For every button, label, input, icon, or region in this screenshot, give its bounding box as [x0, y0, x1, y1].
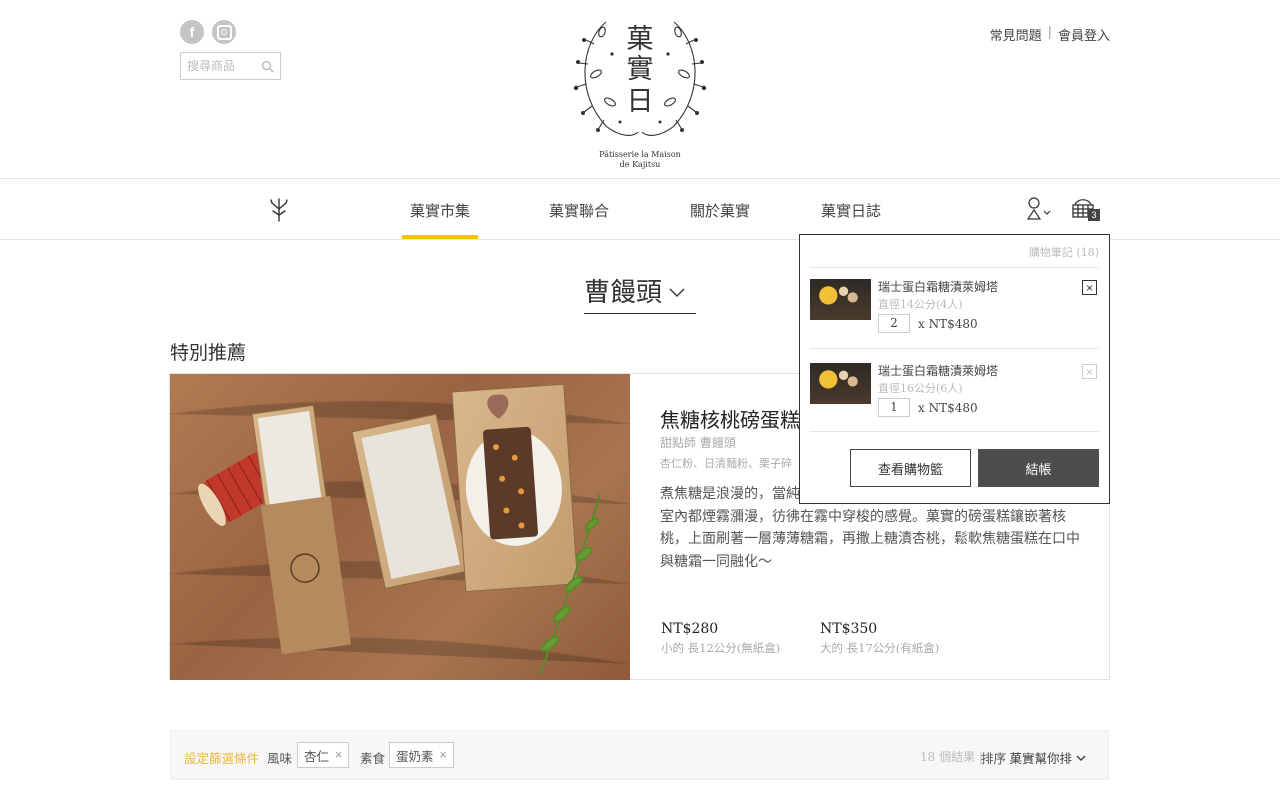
price-option-large: NT$350 大的 長17公分(有紙盒)	[820, 621, 939, 656]
sort-label: 排序	[980, 751, 1006, 766]
close-icon[interactable]: ×	[440, 748, 447, 762]
cart-item-name[interactable]: 瑞士蛋白霜糖漬萊姆塔	[878, 362, 998, 379]
cart-count-badge: 3	[1088, 209, 1100, 221]
logo-caption-line-2: de Kajitsu	[619, 160, 661, 169]
product-chef: 甜點師 曹饅頭	[660, 436, 736, 450]
logo-char-2: 實	[627, 54, 654, 85]
cart-item-unit-price: x NT$480	[918, 317, 978, 331]
quantity-input[interactable]: 2	[878, 314, 910, 333]
filter-chip-lacto-ovo[interactable]: 蛋奶素 ×	[389, 742, 454, 768]
filter-chip-almond[interactable]: 杏仁 ×	[297, 742, 350, 768]
nav-item-journal[interactable]: 菓實日誌	[821, 200, 881, 221]
filter-chip-label: 杏仁	[304, 748, 330, 764]
cart-item-image	[810, 279, 871, 320]
cart-item-name[interactable]: 瑞士蛋白霜糖漬萊姆塔	[878, 278, 998, 295]
search-input[interactable]	[187, 59, 257, 73]
logo-wreath-icon: 菓 實 日	[573, 21, 707, 136]
logo-caption: Pâtisserie la Maison de Kajitsu	[566, 150, 714, 170]
cart-item: 瑞士蛋白霜糖漬萊姆塔 直徑16公分(6人) 1 x NT$480 ×	[810, 355, 1100, 425]
top-links: 常見問題 | 會員登入	[990, 25, 1110, 44]
user-icon[interactable]	[1026, 197, 1052, 221]
filter-group-vegetarian: 素食	[360, 751, 386, 766]
filter-chip-label: 蛋奶素	[396, 748, 434, 764]
divider	[810, 431, 1099, 432]
product-ingredients: 杏仁粉、日清麵粉、栗子碎	[660, 457, 792, 470]
cart-item-size: 直徑16公分(6人)	[878, 382, 963, 395]
search-box	[180, 52, 281, 80]
instagram-icon[interactable]	[212, 20, 236, 44]
product-photo	[170, 374, 630, 680]
product-photo-illustration	[170, 383, 630, 675]
close-icon[interactable]: ×	[1082, 280, 1097, 295]
result-count-text: 18 個結果	[920, 750, 976, 764]
cart-item: 瑞士蛋白霜糖漬萊姆塔 直徑14公分(4人) 2 x NT$480 ×	[810, 271, 1100, 341]
price-option-small: NT$280 小的 長12公分(無紙盒)	[661, 621, 780, 656]
nav-item-market[interactable]: 菓實市集	[401, 200, 479, 239]
cart-button[interactable]: 3	[1071, 197, 1100, 223]
cart-header[interactable]: 購物筆記 (18)	[1029, 244, 1099, 260]
divider	[810, 267, 1099, 268]
filter-bar: 設定篩選條件 風味 杏仁 × 素食 蛋奶素 × 18 個結果 | 排序 菓實幫你…	[170, 730, 1109, 780]
close-icon[interactable]: ×	[335, 748, 342, 762]
main-nav: 菓實市集 菓實聯合 關於菓實 菓實日誌 3	[0, 178, 1280, 240]
logo-caption-line-1: Pâtisserie la Maison	[599, 150, 681, 159]
filter-settings-link[interactable]: 設定篩選條件	[184, 748, 259, 767]
cart-item-unit-price: x NT$480	[918, 401, 978, 415]
price-amount: NT$280	[661, 621, 719, 637]
sort-value: 菓實幫你排	[1009, 751, 1072, 766]
category-title: 曹饅頭	[584, 278, 663, 308]
sort-dropdown[interactable]: 菓實幫你排	[1009, 748, 1086, 767]
chevron-down-icon	[669, 288, 685, 297]
home-branch-icon[interactable]	[268, 197, 290, 223]
quantity-input[interactable]: 1	[878, 398, 910, 417]
category-dropdown[interactable]: 曹饅頭	[584, 272, 696, 314]
cart-dropdown: 購物筆記 (18) 瑞士蛋白霜糖漬萊姆塔 直徑14公分(4人) 2 x NT$4…	[799, 234, 1110, 504]
product-name[interactable]: 焦糖核桃磅蛋糕	[660, 404, 800, 433]
login-link[interactable]: 會員登入	[1058, 25, 1110, 44]
logo-char-1: 菓	[627, 24, 654, 55]
top-links-divider: |	[1047, 25, 1052, 40]
result-count: 18 個結果 |	[920, 748, 983, 765]
nav-item-union[interactable]: 菓實聯合	[549, 200, 609, 221]
social-links: f	[180, 20, 236, 44]
cart-item-image	[810, 363, 871, 404]
divider	[810, 348, 1099, 349]
faq-link[interactable]: 常見問題	[990, 25, 1042, 44]
cart-item-size: 直徑14公分(4人)	[878, 298, 963, 311]
price-note: 小的 長12公分(無紙盒)	[661, 641, 781, 655]
view-basket-button[interactable]: 查看購物籃	[850, 449, 971, 487]
chevron-down-icon	[1076, 754, 1086, 761]
logo-char-3: 日	[627, 86, 654, 117]
close-icon[interactable]: ×	[1082, 364, 1097, 379]
checkout-button[interactable]: 結帳	[978, 449, 1099, 487]
section-title: 特別推薦	[170, 342, 247, 364]
facebook-icon[interactable]: f	[180, 20, 204, 44]
price-amount: NT$350	[820, 621, 878, 637]
filter-group-flavor: 風味	[267, 751, 293, 766]
nav-item-about[interactable]: 關於菓實	[690, 200, 750, 221]
search-icon[interactable]	[261, 60, 274, 73]
price-note: 大的 長17公分(有紙盒)	[820, 641, 940, 655]
brand-logo[interactable]: 菓 實 日 Pâtisserie la Maison de Kajitsu	[566, 14, 714, 169]
